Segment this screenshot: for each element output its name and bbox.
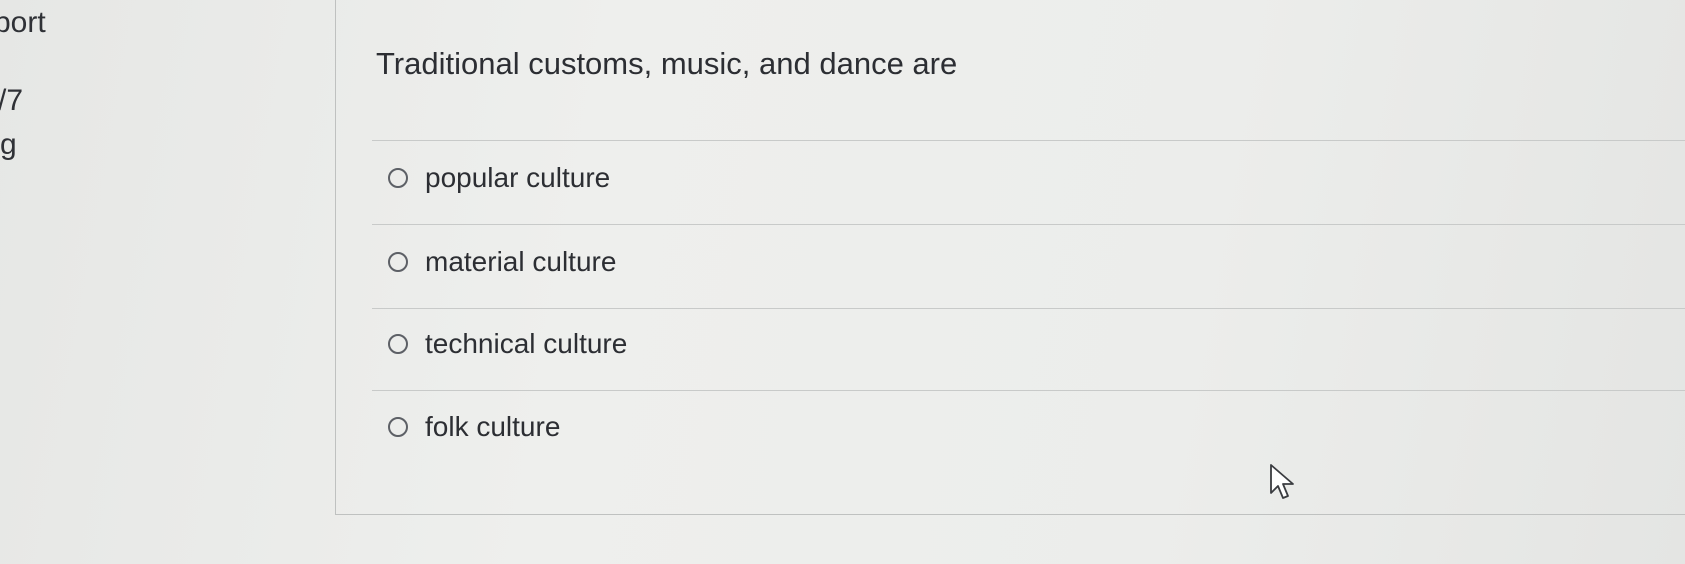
option-divider bbox=[372, 224, 1685, 225]
mouse-pointer-icon bbox=[1268, 462, 1298, 502]
radio-button-icon[interactable] bbox=[388, 252, 408, 272]
answer-option-label[interactable]: technical culture bbox=[425, 328, 627, 360]
radio-button-icon[interactable] bbox=[388, 334, 408, 354]
option-divider bbox=[372, 140, 1685, 141]
sidebar-text-fragment: /7 bbox=[0, 84, 24, 117]
answer-option-popular-culture[interactable]: popular culture bbox=[388, 158, 610, 198]
answer-option-folk-culture[interactable]: folk culture bbox=[388, 407, 560, 447]
option-divider bbox=[372, 390, 1685, 391]
radio-button-icon[interactable] bbox=[388, 417, 408, 437]
answer-option-technical-culture[interactable]: technical culture bbox=[388, 324, 627, 364]
sidebar: port /7 g bbox=[0, 0, 80, 564]
answer-option-label[interactable]: popular culture bbox=[425, 162, 610, 194]
question-panel: Traditional customs, music, and dance ar… bbox=[335, 0, 1685, 515]
answer-option-label[interactable]: material culture bbox=[425, 246, 616, 278]
answer-option-label[interactable]: folk culture bbox=[425, 411, 560, 443]
sidebar-text-fragment: g bbox=[0, 128, 17, 161]
radio-button-icon[interactable] bbox=[388, 168, 408, 188]
option-divider bbox=[372, 308, 1685, 309]
sidebar-text-fragment[interactable]: port bbox=[0, 6, 46, 40]
question-text: Traditional customs, music, and dance ar… bbox=[376, 46, 958, 81]
answer-option-material-culture[interactable]: material culture bbox=[388, 242, 616, 282]
